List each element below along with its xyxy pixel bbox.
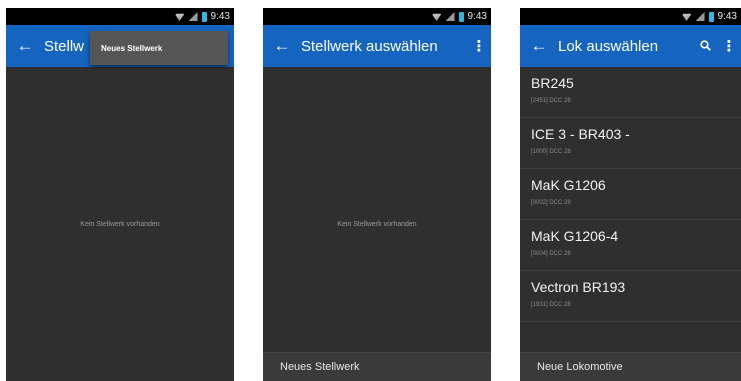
locomotive-name: BR245	[531, 75, 574, 91]
locomotive-address: [0004] DCC 28	[531, 251, 571, 257]
wifi-icon	[431, 13, 442, 21]
locomotive-list: BR245 [2451] DCC 28 ICE 3 - BR403 - [100…	[520, 67, 741, 322]
list-item[interactable]: Vectron BR193 [1931] DCC 28	[520, 271, 741, 322]
page-title: Lok auswählen	[558, 37, 659, 55]
phone-screen-3: 9:43 ← Lok auswählen ⋮ BR245 [2451] DCC …	[520, 8, 741, 381]
content-area: BR245 [2451] DCC 28 ICE 3 - BR403 - [100…	[520, 67, 741, 381]
search-icon[interactable]	[693, 38, 717, 55]
status-time: 9:43	[210, 11, 230, 22]
phone-screen-1: 9:43 ← Stellw Kein Stellwerk vorhanden N…	[6, 8, 234, 381]
empty-state-text: Kein Stellwerk vorhanden	[337, 221, 417, 228]
back-arrow-icon[interactable]: ←	[520, 25, 558, 67]
locomotive-name: MaK G1206-4	[531, 228, 619, 244]
search-icon-glyph	[699, 39, 711, 51]
page-title: Stellwerk auswählen	[301, 37, 438, 55]
list-item[interactable]: ICE 3 - BR403 - [1000] DCC 28	[520, 118, 741, 169]
more-options-icon[interactable]: ⋮	[717, 37, 741, 55]
signal-icon	[445, 12, 455, 21]
empty-state-text: Kein Stellwerk vorhanden	[80, 221, 160, 228]
wifi-icon	[681, 13, 692, 21]
locomotive-name: MaK G1206	[531, 177, 606, 193]
new-locomotive-button[interactable]: Neue Lokomotive	[520, 352, 741, 381]
locomotive-address: [1000] DCC 28	[531, 149, 571, 155]
app-bar: ← Stellwerk auswählen ⋮	[263, 25, 491, 67]
locomotive-name: ICE 3 - BR403 -	[531, 126, 630, 142]
app-bar: ← Lok auswählen ⋮	[520, 25, 741, 67]
battery-icon	[201, 11, 207, 22]
locomotive-address: [2451] DCC 28	[531, 98, 571, 104]
status-time: 9:43	[717, 11, 737, 22]
signal-icon	[188, 12, 198, 21]
status-time: 9:43	[467, 11, 487, 22]
wifi-icon	[174, 13, 185, 21]
battery-icon	[708, 11, 714, 22]
status-bar: 9:43	[520, 8, 741, 25]
more-options-icon[interactable]: ⋮	[467, 37, 491, 55]
back-arrow-icon[interactable]: ←	[6, 25, 44, 67]
back-arrow-icon[interactable]: ←	[263, 25, 301, 67]
overflow-menu-item-new-interlocking[interactable]: Neues Stellwerk	[90, 31, 228, 65]
phone-screen-2: 9:43 ← Stellwerk auswählen ⋮ Kein Stellw…	[263, 8, 491, 381]
battery-icon	[458, 11, 464, 22]
locomotive-address: [1931] DCC 28	[531, 302, 571, 308]
locomotive-address: [0002] DCC 28	[531, 200, 571, 206]
locomotive-name: Vectron BR193	[531, 279, 626, 295]
signal-icon	[695, 12, 705, 21]
list-item[interactable]: BR245 [2451] DCC 28	[520, 67, 741, 118]
content-area: Kein Stellwerk vorhanden	[6, 67, 234, 381]
list-item[interactable]: MaK G1206-4 [0004] DCC 28	[520, 220, 741, 271]
list-item[interactable]: MaK G1206 [0002] DCC 28	[520, 169, 741, 220]
status-bar: 9:43	[6, 8, 234, 25]
content-area: Kein Stellwerk vorhanden	[263, 67, 491, 381]
new-interlocking-button[interactable]: Neues Stellwerk	[263, 352, 491, 381]
status-bar: 9:43	[263, 8, 491, 25]
